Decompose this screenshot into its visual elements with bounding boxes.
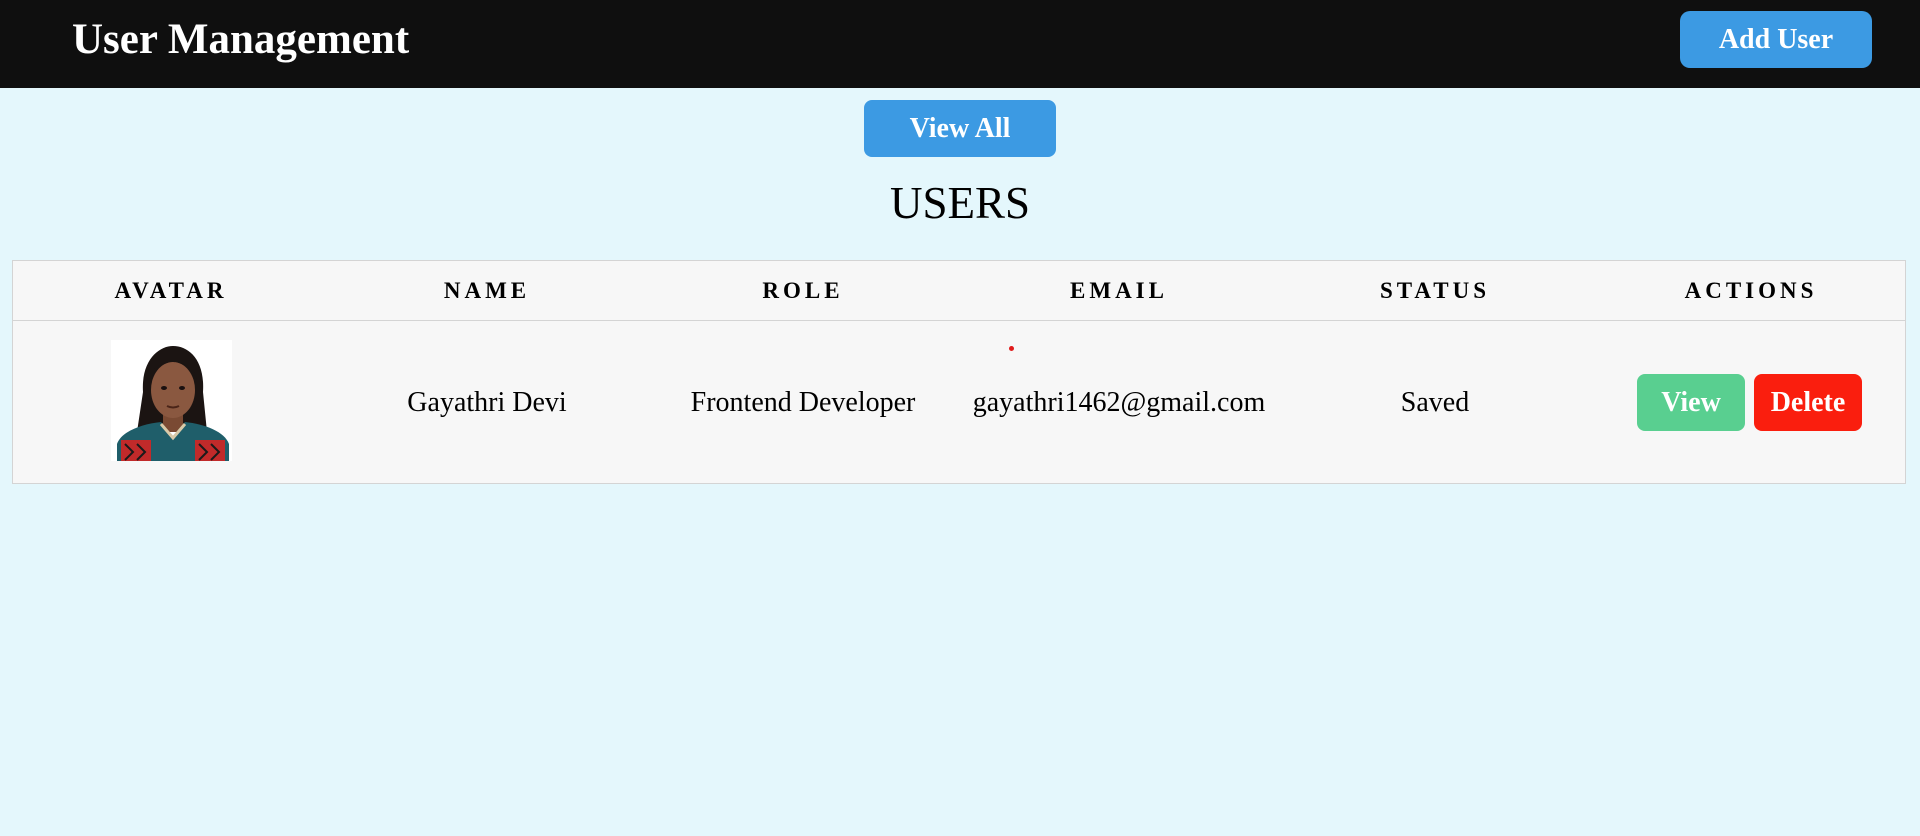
page-title: USERS <box>889 178 1031 228</box>
status-indicator-dot <box>1009 346 1014 351</box>
user-role: Frontend Developer <box>690 387 916 418</box>
column-header-email: EMAIL <box>1070 278 1168 303</box>
user-name: Gayathri Devi <box>407 387 567 418</box>
column-header-role: ROLE <box>762 278 844 303</box>
users-table: AVATAR NAME ROLE EMAIL STATUS ACTIONS Ga… <box>12 260 1906 484</box>
delete-user-button[interactable]: Delete <box>1754 374 1862 431</box>
view-all-button[interactable]: View All <box>864 100 1056 157</box>
avatar <box>111 340 232 461</box>
user-status: Saved <box>1400 387 1470 418</box>
user-photo-icon <box>111 340 232 461</box>
user-email: gayathri1462@gmail.com <box>972 387 1266 418</box>
column-header-avatar: AVATAR <box>114 278 228 303</box>
column-header-status: STATUS <box>1379 278 1491 303</box>
column-header-actions: ACTIONS <box>1684 278 1818 303</box>
view-user-button[interactable]: View <box>1637 374 1745 431</box>
app-title: User Management <box>72 16 410 63</box>
add-user-button[interactable]: Add User <box>1680 11 1872 68</box>
table-header: AVATAR NAME ROLE EMAIL STATUS ACTIONS <box>13 261 1905 321</box>
top-navbar: User Management Add User <box>0 0 1920 88</box>
column-header-name: NAME <box>443 278 531 303</box>
